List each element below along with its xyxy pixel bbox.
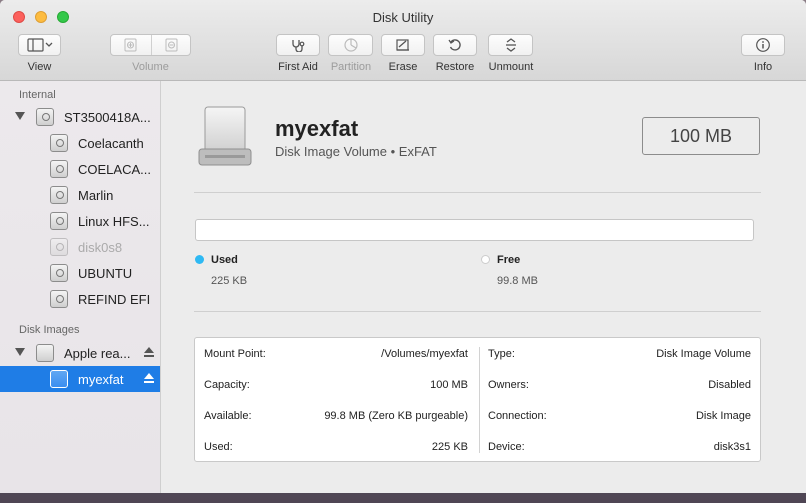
info-label: Info <box>753 61 773 73</box>
add-volume-icon <box>124 38 137 52</box>
divider <box>194 192 761 193</box>
hard-disk-icon <box>36 108 54 126</box>
erase-icon <box>396 39 409 51</box>
volume-icon <box>50 160 68 178</box>
usage-bar <box>195 219 754 241</box>
free-legend-value: 99.8 MB <box>497 275 538 287</box>
sidebar-item-disk[interactable]: ST3500418A... <box>0 104 160 130</box>
disk-utility-window: Disk Utility View Volume First Aid Parti… <box>0 0 806 493</box>
volume-segmented-control <box>110 34 191 56</box>
partition-label: Partition <box>330 61 372 73</box>
first-aid-label: First Aid <box>278 61 318 73</box>
info-value: 100 MB <box>430 379 468 391</box>
info-value: Disk Image Volume <box>656 348 751 360</box>
info-key: Available: <box>204 410 252 422</box>
view-label: View <box>27 61 52 73</box>
volume-icon <box>50 134 68 152</box>
view-button[interactable] <box>18 34 61 56</box>
volume-icon <box>50 370 68 388</box>
volume-size-badge: 100 MB <box>642 117 760 155</box>
info-key: Owners: <box>488 379 529 391</box>
disclosure-triangle-icon[interactable] <box>15 112 25 120</box>
first-aid-button[interactable] <box>276 34 320 56</box>
erase-label: Erase <box>388 61 418 73</box>
sidebar-item-volume[interactable]: Linux HFS... <box>0 208 160 234</box>
used-legend-title: Used <box>211 254 238 266</box>
info-key: Used: <box>204 441 233 453</box>
volume-info-table: Mount Point: /Volumes/myexfat Capacity: … <box>194 337 761 462</box>
remove-volume-icon <box>165 38 177 52</box>
sidebar-item-volume[interactable]: disk0s8 <box>0 234 160 260</box>
info-value: Disabled <box>708 379 751 391</box>
sidebar-item-label: disk0s8 <box>78 240 123 255</box>
sidebar-item-volume[interactable]: UBUNTU <box>0 260 160 286</box>
sidebar-item-label: REFIND EFI <box>78 292 151 307</box>
unmount-label: Unmount <box>488 61 534 73</box>
sidebar-item-label: myexfat <box>78 372 124 387</box>
remove-volume-button[interactable] <box>152 35 191 55</box>
toolbar: Disk Utility View Volume First Aid Parti… <box>0 0 806 81</box>
info-key: Connection: <box>488 410 547 422</box>
info-key: Capacity: <box>204 379 250 391</box>
sidebar-item-label: Coelacanth <box>78 136 144 151</box>
volume-icon <box>50 212 68 230</box>
sidebar-item-label: Apple rea... <box>64 346 131 361</box>
sidebar-view-icon <box>26 38 52 52</box>
sidebar-section-internal: Internal <box>19 89 56 101</box>
eject-icon[interactable] <box>144 373 154 384</box>
volume-subtitle: Disk Image Volume • ExFAT <box>275 144 437 159</box>
info-icon <box>756 38 770 52</box>
info-value: disk3s1 <box>713 441 751 453</box>
sidebar-section-disk-images: Disk Images <box>19 324 80 336</box>
restore-button[interactable] <box>433 34 477 56</box>
info-value: /Volumes/myexfat <box>381 348 468 360</box>
info-button[interactable] <box>741 34 785 56</box>
sidebar-item-myexfat[interactable]: myexfat <box>0 366 160 392</box>
volume-name: myexfat <box>275 116 359 141</box>
disclosure-triangle-icon[interactable] <box>15 348 25 356</box>
free-legend-swatch <box>481 255 490 264</box>
partition-icon <box>343 38 358 52</box>
partition-button[interactable] <box>328 34 373 56</box>
sidebar-item-label: Marlin <box>78 188 114 203</box>
volume-icon <box>50 238 68 256</box>
disk-image-icon <box>36 344 54 362</box>
sidebar-item-volume[interactable]: REFIND EFI <box>0 286 160 312</box>
volume-icon <box>50 264 68 282</box>
volume-label: Volume <box>132 61 169 73</box>
free-legend-title: Free <box>497 254 521 266</box>
used-legend-value: 225 KB <box>211 275 248 287</box>
sidebar-item-volume[interactable]: COELACA... <box>0 156 160 182</box>
sidebar-item-volume[interactable]: Marlin <box>0 182 160 208</box>
divider <box>194 311 761 312</box>
sidebar-item-label: COELACA... <box>78 162 151 177</box>
window-title: Disk Utility <box>372 10 434 25</box>
volume-detail-pane: myexfat Disk Image Volume • ExFAT 100 MB… <box>161 81 806 493</box>
restore-label: Restore <box>435 61 475 73</box>
info-value: Disk Image <box>695 410 751 422</box>
info-value: 99.8 MB (Zero KB purgeable) <box>324 410 468 422</box>
stethoscope-icon <box>292 40 305 52</box>
info-value: 225 KB <box>431 441 468 453</box>
volume-drive-icon <box>198 106 252 166</box>
sidebar: Internal ST3500418A... Coelacanth COELAC… <box>0 81 161 493</box>
add-volume-button[interactable] <box>111 35 151 55</box>
info-key: Type: <box>488 348 515 360</box>
info-key: Device: <box>488 441 525 453</box>
volume-icon <box>50 290 68 308</box>
sidebar-item-volume[interactable]: Coelacanth <box>0 130 160 156</box>
sidebar-item-disk-image[interactable]: Apple rea... <box>0 340 160 366</box>
sidebar-item-label: UBUNTU <box>78 266 133 281</box>
sidebar-item-label: Linux HFS... <box>78 214 150 229</box>
info-key: Mount Point: <box>204 348 266 360</box>
volume-icon <box>50 186 68 204</box>
unmount-icon <box>505 38 516 52</box>
sidebar-item-label: ST3500418A... <box>64 110 151 125</box>
restore-icon <box>448 39 461 51</box>
eject-icon[interactable] <box>144 347 154 358</box>
unmount-button[interactable] <box>488 34 533 56</box>
used-legend-swatch <box>195 255 204 264</box>
erase-button[interactable] <box>381 34 425 56</box>
